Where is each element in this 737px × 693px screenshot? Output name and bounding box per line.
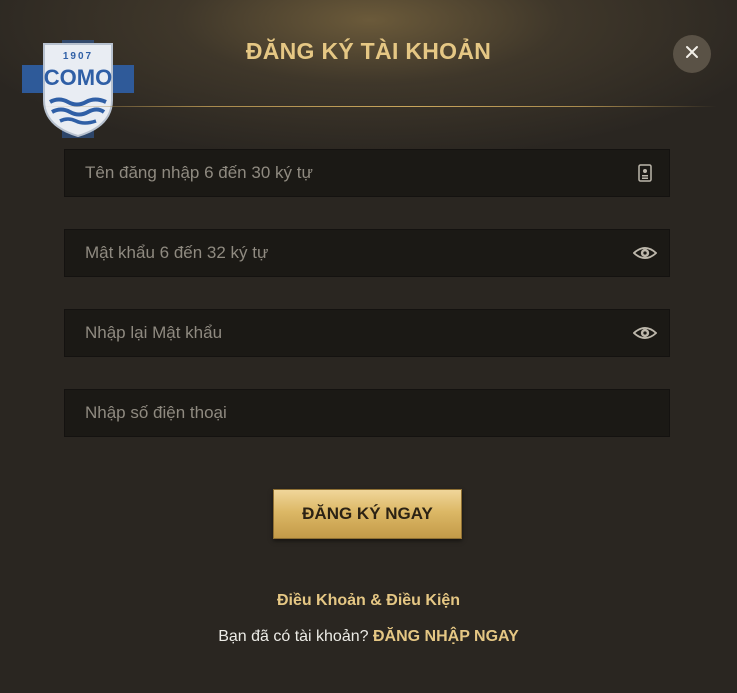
login-prompt-line: Bạn đã có tài khoản? ĐĂNG NHẬP NGAY [0, 628, 737, 646]
phone-field [64, 389, 670, 437]
close-button[interactable] [673, 35, 711, 73]
phone-input[interactable] [65, 390, 669, 436]
logo-name: COMO [44, 65, 112, 90]
terms-link[interactable]: Điều Khoản & Điều Kiện [0, 592, 737, 610]
confirm-password-input[interactable] [65, 310, 633, 356]
username-input[interactable] [65, 150, 633, 196]
close-icon [685, 45, 699, 64]
header-divider [40, 106, 717, 107]
register-button[interactable]: ĐĂNG KÝ NGAY [273, 489, 462, 539]
eye-icon[interactable] [633, 321, 657, 345]
id-card-icon [633, 161, 657, 185]
register-modal: 1907 COMO ĐĂNG KÝ TÀI KHOẢN Tên đăng nhậ… [0, 0, 737, 693]
confirm-password-field [64, 309, 670, 357]
username-field [64, 149, 670, 197]
login-link[interactable]: ĐĂNG NHẬP NGAY [373, 628, 519, 645]
password-input[interactable] [65, 230, 633, 276]
login-prompt-text: Bạn đã có tài khoản? [218, 628, 369, 645]
eye-icon[interactable] [633, 241, 657, 265]
page-title: ĐĂNG KÝ TÀI KHOẢN [245, 38, 492, 64]
password-field [64, 229, 670, 277]
